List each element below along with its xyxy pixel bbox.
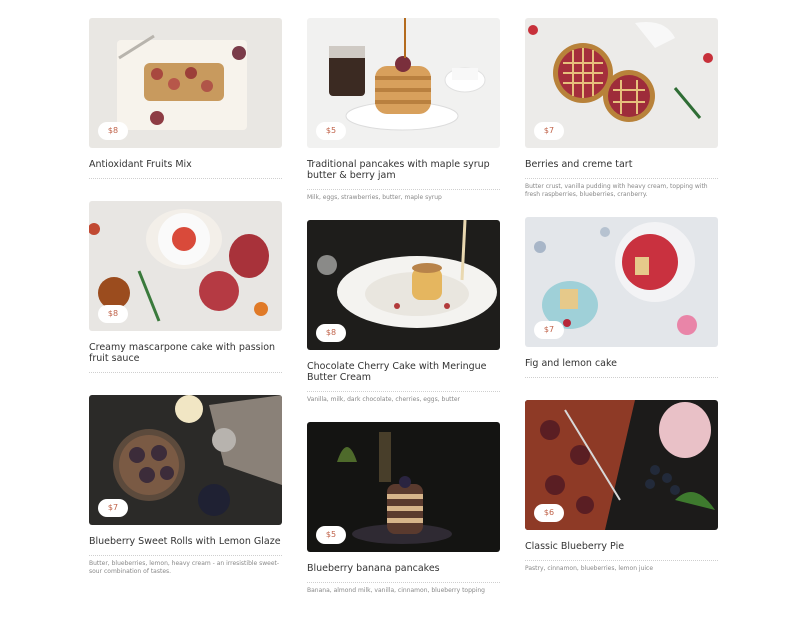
price-badge: $8 <box>316 324 346 342</box>
card-description: Butter, blueberries, lemon, heavy cream … <box>89 560 280 575</box>
food-photo[interactable]: $5 <box>307 18 500 148</box>
card-title[interactable]: Fig and lemon cake <box>525 358 718 378</box>
card-title[interactable]: Berries and creme tart <box>525 159 718 179</box>
food-photo[interactable]: $6 <box>525 400 718 530</box>
price-badge: $8 <box>98 305 128 323</box>
menu-card[interactable]: $5 Blueberry banana pancakes Banana, alm… <box>307 422 500 595</box>
card-title[interactable]: Classic Blueberry Pie <box>525 541 718 561</box>
card-title[interactable]: Blueberry Sweet Rolls with Lemon Glaze <box>89 536 282 556</box>
menu-card[interactable]: $8 Chocolate Cherry Cake with Meringue B… <box>307 220 500 422</box>
card-title[interactable]: Traditional pancakes with maple syrup bu… <box>307 159 500 190</box>
menu-card[interactable]: $8 Creamy mascarpone cake with passion f… <box>89 201 282 395</box>
menu-card[interactable]: $6 Classic Blueberry Pie Pastry, cinnamo… <box>525 400 718 573</box>
food-photo[interactable]: $8 <box>307 220 500 350</box>
food-photo[interactable]: $8 <box>89 18 282 148</box>
food-photo[interactable]: $7 <box>525 217 718 347</box>
price-badge: $5 <box>316 526 346 544</box>
card-description: Vanilla, milk, dark chocolate, cherries,… <box>307 396 460 403</box>
price-badge: $7 <box>98 499 128 517</box>
menu-card[interactable]: $7 Blueberry Sweet Rolls with Lemon Glaz… <box>89 395 282 576</box>
card-title[interactable]: Creamy mascarpone cake with passion frui… <box>89 342 282 373</box>
price-badge: $8 <box>98 122 128 140</box>
menu-card[interactable]: $5 Traditional pancakes with maple syrup… <box>307 18 500 220</box>
food-photo[interactable]: $8 <box>89 201 282 331</box>
menu-column-2: $5 Traditional pancakes with maple syrup… <box>307 18 500 595</box>
food-photo[interactable]: $7 <box>89 395 282 525</box>
price-badge: $7 <box>534 122 564 140</box>
card-description: Milk, eggs, strawberries, butter, maple … <box>307 194 442 201</box>
menu-card[interactable]: $8 Antioxidant Fruits Mix <box>89 18 282 196</box>
menu-card[interactable]: $7 Fig and lemon cake <box>525 217 718 400</box>
price-badge: $6 <box>534 504 564 522</box>
card-title[interactable]: Antioxidant Fruits Mix <box>89 159 282 179</box>
food-photo[interactable]: $5 <box>307 422 500 552</box>
menu-column-1: $8 Antioxidant Fruits Mix $8 Creamy masc… <box>89 18 282 576</box>
card-title[interactable]: Chocolate Cherry Cake with Meringue Butt… <box>307 361 500 392</box>
food-photo[interactable]: $7 <box>525 18 718 148</box>
menu-column-3: $7 Berries and creme tart Butter crust, … <box>525 18 718 573</box>
card-description: Banana, almond milk, vanilla, cinnamon, … <box>307 587 485 594</box>
price-badge: $5 <box>316 122 346 140</box>
menu-card[interactable]: $7 Berries and creme tart Butter crust, … <box>525 18 718 217</box>
card-description: Pastry, cinnamon, blueberries, lemon jui… <box>525 565 654 572</box>
card-description: Butter crust, vanilla pudding with heavy… <box>525 183 708 198</box>
price-badge: $7 <box>534 321 564 339</box>
card-title[interactable]: Blueberry banana pancakes <box>307 563 500 583</box>
